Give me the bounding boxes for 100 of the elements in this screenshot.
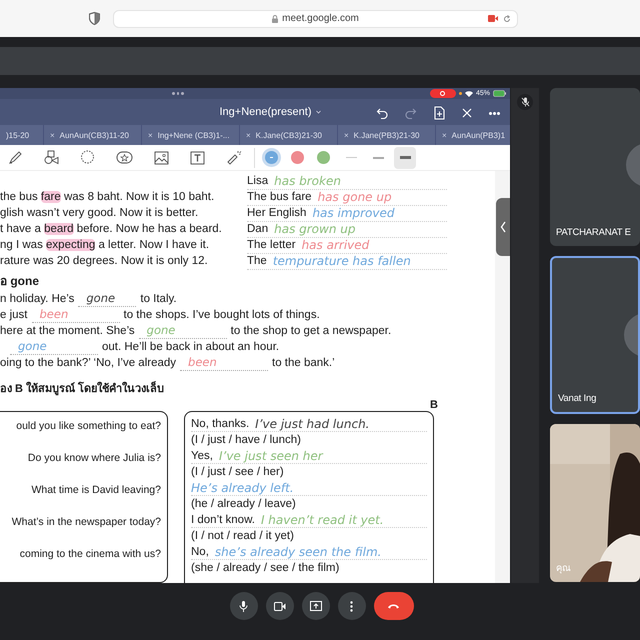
end-call-button[interactable]: [374, 592, 414, 620]
present-screen-icon: [310, 601, 322, 611]
answer-prefix: No, thanks.: [191, 416, 250, 432]
subject-label: Lisa: [247, 174, 268, 188]
handwritten-answer: I haven’t read it yet.: [260, 512, 384, 528]
handwritten-answer: has grown up: [274, 220, 356, 236]
participant-name: คุณ: [556, 562, 571, 576]
chevron-down-icon[interactable]: [316, 110, 321, 114]
handwritten-answer: I’ve just had lunch.: [255, 416, 370, 432]
hint-text: (I / just / see / her): [191, 465, 284, 480]
participant-name: PATCHARANAT E: [556, 226, 631, 240]
lock-icon: [272, 14, 278, 22]
reload-icon[interactable]: [503, 14, 511, 22]
exercise-text: here at the moment. She’s: [0, 324, 135, 339]
hint-text: (she / already / see / the film): [191, 561, 340, 576]
present-button[interactable]: [302, 592, 330, 620]
section-heading: อ gone: [0, 273, 39, 289]
hint-text: (I / not / read / it yet): [191, 529, 294, 544]
camera-icon[interactable]: [488, 15, 498, 22]
question-text: coming to the cinema with us?: [20, 547, 161, 562]
mic-off-icon: [520, 97, 530, 107]
exercise-text: to the bank.’: [272, 356, 335, 371]
pen-color-swatch[interactable]: [265, 151, 278, 164]
image-icon[interactable]: [154, 150, 169, 165]
camera-button[interactable]: [266, 592, 294, 620]
video-camera-icon: [274, 602, 286, 610]
microphone-button[interactable]: [230, 592, 258, 620]
more-vertical-icon: [350, 600, 353, 612]
fill-in-line: gone: [10, 338, 98, 355]
exercise-sentence: t have a beard before. Now he has a beard.: [0, 223, 222, 235]
tab-close-icon[interactable]: ×: [246, 130, 251, 142]
more-dots-icon: [172, 92, 184, 95]
subject-label: The letter: [247, 238, 296, 252]
subject-label: Dan: [247, 222, 268, 236]
hint-text: (he / already / leave): [191, 497, 296, 512]
handwritten-answer: I’ve just seen her: [218, 448, 323, 464]
fill-in-line: gone: [138, 322, 227, 339]
redo-icon[interactable]: [405, 107, 417, 120]
document-title[interactable]: Ing+Nene(present): [219, 104, 312, 120]
battery-icon: [493, 90, 506, 98]
hint-text: (I / just / have / lunch): [191, 433, 301, 448]
tab-close-icon[interactable]: ×: [148, 130, 153, 142]
answer-prefix: I don’t know.: [191, 512, 255, 528]
highlighter-icon[interactable]: [8, 150, 23, 166]
exercise-text: oing to the bank?’ ‘No, I’ve already: [0, 356, 176, 371]
exercise-sentence: ng I was expecting a letter. Now I have it.: [0, 239, 210, 251]
shapes-icon[interactable]: [44, 150, 59, 166]
exercise-text: to Italy.: [140, 292, 177, 307]
tab-label: Ing+Nene (CB3)1-...: [158, 130, 230, 142]
shield-icon[interactable]: [89, 12, 100, 25]
exercise-text: out. He’ll be back in about an hour.: [102, 340, 280, 355]
answer-prefix: Yes,: [191, 448, 213, 464]
exercise-text: e just: [0, 308, 28, 323]
pen-color-swatch[interactable]: [291, 151, 304, 164]
recording-pill: [430, 89, 456, 98]
subject-label: The bus fare: [247, 190, 312, 204]
stroke-width-option[interactable]: [394, 146, 416, 169]
text-tool-icon[interactable]: [190, 150, 205, 165]
wifi-icon: [464, 90, 473, 97]
undo-icon[interactable]: [376, 107, 388, 120]
handwritten-answer: has improved: [312, 204, 394, 220]
fill-in-line: been: [32, 306, 120, 323]
participant-name: Vanat Ing: [558, 392, 596, 406]
close-icon[interactable]: [462, 108, 472, 118]
handwritten-answer: has gone up: [318, 188, 392, 204]
handwritten-answer: she’s already seen the film.: [214, 544, 382, 560]
tab-label: K.Jane(PB3)21-30: [354, 130, 420, 142]
section-heading: อง B ให้สมบูรณ์ โดยใช้คำในวงเล็บ: [0, 381, 164, 397]
tab-label: K.Jane(CB3)21-30: [256, 130, 322, 142]
tab-close-icon[interactable]: ×: [50, 130, 55, 142]
lasso-icon[interactable]: [80, 150, 95, 166]
more-icon[interactable]: [489, 112, 500, 115]
tab-close-icon[interactable]: ×: [344, 130, 349, 142]
question-text: What’s in the newspaper today?: [12, 515, 161, 530]
tab-label: AunAun(CB3)11-20: [60, 130, 129, 142]
fill-in-line: been: [180, 354, 268, 371]
speaker-label: B: [430, 398, 438, 413]
handwritten-answer: tempurature has fallen: [272, 252, 411, 268]
add-page-icon[interactable]: [434, 106, 445, 120]
handwritten-answer: has broken: [274, 172, 341, 188]
more-options-button[interactable]: [338, 592, 366, 620]
hang-up-icon: [387, 603, 400, 609]
exercise-sentence: the bus fare was 8 baht. Now it is 10 baht.: [0, 191, 214, 203]
microphone-icon: [239, 600, 248, 612]
address-bar[interactable]: meet.google.com: [113, 10, 518, 28]
laser-pointer-icon[interactable]: [226, 150, 242, 166]
side-panel-handle[interactable]: [496, 198, 510, 256]
sticker-icon[interactable]: [116, 150, 133, 166]
exercise-text: to the shop to get a newspaper.: [230, 324, 392, 339]
pen-color-swatch[interactable]: [317, 151, 330, 164]
privacy-indicator-icon: [458, 92, 462, 96]
subject-label: The: [247, 254, 267, 268]
exercise-text: to the shops. I’ve bought lots of things.: [124, 308, 320, 323]
exercise-text: n holiday. He’s: [0, 292, 74, 307]
question-text: What time is David leaving?: [31, 483, 161, 498]
tab-close-icon[interactable]: ×: [442, 130, 447, 142]
handwritten-answer: He’s already left.: [191, 480, 294, 496]
question-text: ould you like something to eat?: [16, 419, 161, 434]
subject-label: Her English: [247, 206, 306, 220]
url-text: meet.google.com: [282, 12, 359, 26]
